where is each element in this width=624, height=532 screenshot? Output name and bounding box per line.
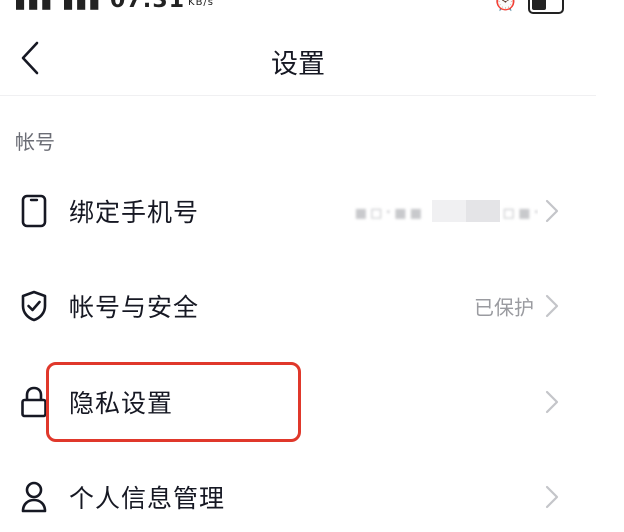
settings-row-label: 隐私设置 [69, 389, 174, 418]
redaction-block [466, 200, 500, 222]
settings-row-value: 已保护 [474, 295, 534, 320]
settings-row-privacy[interactable]: 隐私设置 [0, 370, 596, 434]
status-time: 07:31 [109, 0, 186, 13]
section-header-account: 帐号 [15, 130, 55, 154]
page-title: 设置 [271, 49, 325, 80]
settings-row-label: 帐号与安全 [69, 293, 200, 322]
battery-icon [528, 0, 564, 14]
shield-check-icon [19, 289, 49, 323]
lock-icon [19, 385, 49, 419]
masked-phone-segment: ▫▪· [502, 200, 538, 222]
settings-row-personal-info[interactable]: 个人信息管理 [0, 465, 596, 529]
chevron-right-icon [545, 485, 559, 509]
chevron-right-icon [545, 390, 559, 414]
settings-row-label: 绑定手机号 [69, 198, 200, 227]
network-speed: KB/s [188, 0, 215, 8]
alarm-icon: ⏰ [493, 0, 518, 12]
phone-icon [19, 194, 49, 228]
chevron-right-icon [545, 294, 559, 318]
chevron-right-icon [545, 199, 559, 223]
masked-phone-segment: ▪▫·▪▪ [354, 200, 425, 222]
settings-row-bind-phone[interactable]: 绑定手机号 ▪▫·▪▪ ▫▪· [0, 179, 596, 243]
status-bar-left: ▮▮▮ ▮▮▮ 07:31 KB/s [14, 0, 214, 13]
masked-phone-number: ▪▫·▪▪ ▫▪· [348, 200, 538, 222]
status-bar-right: ⏰ [493, 0, 564, 14]
nav-bar: 设置 [0, 22, 596, 96]
status-bar: ▮▮▮ ▮▮▮ 07:31 KB/s ⏰ [0, 0, 624, 14]
signal-icon: ▮▮▮ ▮▮▮ [14, 0, 102, 13]
redaction-block [432, 200, 466, 222]
settings-row-account-security[interactable]: 帐号与安全 已保护 [0, 274, 596, 338]
user-icon [19, 480, 49, 514]
settings-row-label: 个人信息管理 [69, 484, 226, 513]
